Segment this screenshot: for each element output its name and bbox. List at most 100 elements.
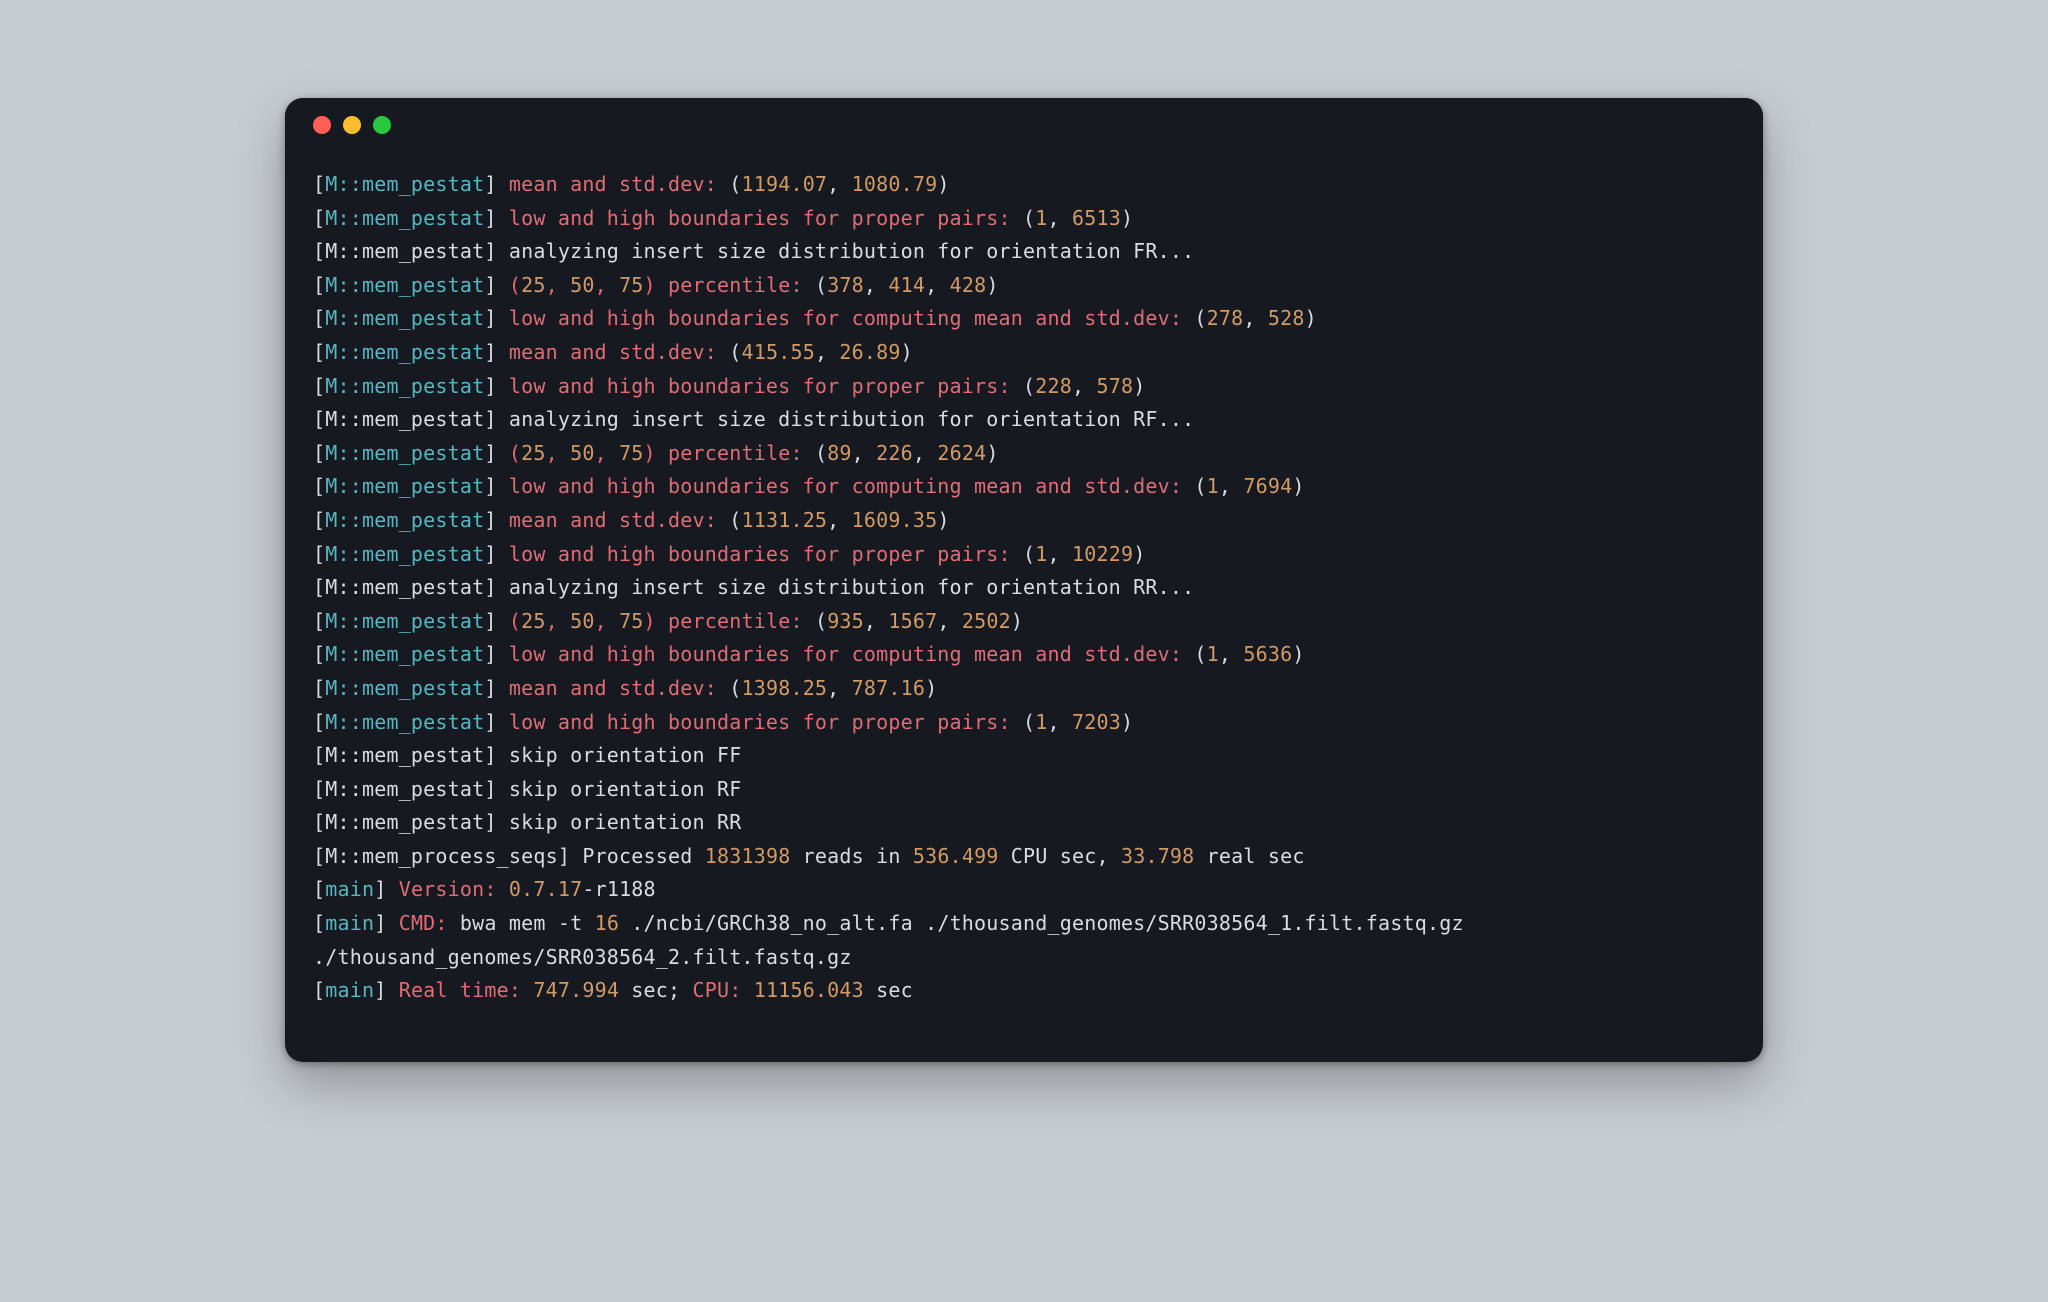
log-number: 25: [521, 609, 545, 633]
log-message: low and high boundaries for proper pairs…: [509, 206, 1011, 230]
log-tag: M::mem_process_seqs: [325, 844, 558, 868]
log-message: low and high boundaries for computing me…: [509, 642, 1182, 666]
log-number: 50: [570, 609, 594, 633]
log-line: [M::mem_process_seqs] Processed 1831398 …: [313, 840, 1735, 874]
log-number: 1131.25: [741, 508, 827, 532]
log-line: [M::mem_pestat] mean and std.dev: (415.5…: [313, 336, 1735, 370]
log-message: low and high boundaries for computing me…: [509, 306, 1182, 330]
log-tag: main: [325, 978, 374, 1002]
log-number: 16: [595, 911, 619, 935]
log-message: skip orientation RF: [509, 777, 742, 801]
log-number: 935: [827, 609, 864, 633]
log-number: 1: [1035, 542, 1047, 566]
log-number: 414: [888, 273, 925, 297]
log-line: [M::mem_pestat] skip orientation RR: [313, 806, 1735, 840]
log-number: 89: [827, 441, 851, 465]
log-line: [main] Version: 0.7.17-r1188: [313, 873, 1735, 907]
log-message: mean and std.dev:: [509, 676, 717, 700]
log-key: Real time:: [399, 978, 521, 1002]
window-titlebar: [285, 98, 1763, 152]
log-tag: M::mem_pestat: [325, 710, 484, 734]
log-number: 26.89: [839, 340, 900, 364]
log-line: [main] CMD: bwa mem -t 16 ./ncbi/GRCh38_…: [313, 907, 1735, 974]
log-number: 75: [619, 609, 643, 633]
log-message: analyzing insert size distribution for o…: [509, 239, 1195, 263]
log-number: 1: [1035, 710, 1047, 734]
log-line: [M::mem_pestat] skip orientation RF: [313, 773, 1735, 807]
log-message: percentile:: [668, 441, 803, 465]
log-tag: M::mem_pestat: [325, 542, 484, 566]
log-message: analyzing insert size distribution for o…: [509, 407, 1195, 431]
log-message: mean and std.dev:: [509, 172, 717, 196]
log-tag: M::mem_pestat: [325, 407, 484, 431]
log-message: low and high boundaries for proper pairs…: [509, 542, 1011, 566]
log-tag: M::mem_pestat: [325, 575, 484, 599]
log-line: [M::mem_pestat] (25, 50, 75) percentile:…: [313, 269, 1735, 303]
log-line: [M::mem_pestat] analyzing insert size di…: [313, 403, 1735, 437]
log-number: 2624: [937, 441, 986, 465]
log-number: 0.7.17: [509, 877, 582, 901]
log-line: [M::mem_pestat] mean and std.dev: (1194.…: [313, 168, 1735, 202]
log-number: 578: [1096, 374, 1133, 398]
log-line: [M::mem_pestat] skip orientation FF: [313, 739, 1735, 773]
log-number: 1: [1207, 642, 1219, 666]
log-line: [M::mem_pestat] low and high boundaries …: [313, 202, 1735, 236]
log-number: 747.994: [533, 978, 619, 1002]
log-line: [M::mem_pestat] low and high boundaries …: [313, 302, 1735, 336]
log-message: skip orientation FF: [509, 743, 742, 767]
log-line: [M::mem_pestat] analyzing insert size di…: [313, 571, 1735, 605]
log-message: low and high boundaries for computing me…: [509, 474, 1182, 498]
log-line: [M::mem_pestat] low and high boundaries …: [313, 706, 1735, 740]
log-line: [M::mem_pestat] low and high boundaries …: [313, 638, 1735, 672]
log-line: [M::mem_pestat] low and high boundaries …: [313, 370, 1735, 404]
log-number: 50: [570, 441, 594, 465]
log-key: CMD:: [399, 911, 448, 935]
log-tag: main: [325, 911, 374, 935]
log-message: low and high boundaries for proper pairs…: [509, 710, 1011, 734]
log-number: 75: [619, 441, 643, 465]
log-tag: M::mem_pestat: [325, 374, 484, 398]
log-number: 1: [1207, 474, 1219, 498]
minimize-icon[interactable]: [343, 116, 361, 134]
log-tag: M::mem_pestat: [325, 306, 484, 330]
log-tag: M::mem_pestat: [325, 810, 484, 834]
log-number: 1080.79: [852, 172, 938, 196]
log-line: [M::mem_pestat] low and high boundaries …: [313, 538, 1735, 572]
log-number: 25: [521, 273, 545, 297]
close-icon[interactable]: [313, 116, 331, 134]
log-tag: M::mem_pestat: [325, 743, 484, 767]
log-number: 7203: [1072, 710, 1121, 734]
log-line: [M::mem_pestat] (25, 50, 75) percentile:…: [313, 605, 1735, 639]
log-number: 1: [1035, 206, 1047, 230]
log-number: 428: [950, 273, 987, 297]
log-number: 10229: [1072, 542, 1133, 566]
log-number: 11156.043: [754, 978, 864, 1002]
log-tag: M::mem_pestat: [325, 642, 484, 666]
log-number: 50: [570, 273, 594, 297]
log-number: 25: [521, 441, 545, 465]
log-tag: M::mem_pestat: [325, 609, 484, 633]
log-line: [M::mem_pestat] mean and std.dev: (1398.…: [313, 672, 1735, 706]
log-number: 1194.07: [741, 172, 827, 196]
log-tag: M::mem_pestat: [325, 676, 484, 700]
log-line: [main] Real time: 747.994 sec; CPU: 1115…: [313, 974, 1735, 1008]
log-tag: M::mem_pestat: [325, 508, 484, 532]
log-number: 536.499: [913, 844, 999, 868]
log-message: analyzing insert size distribution for o…: [509, 575, 1195, 599]
log-number: 528: [1268, 306, 1305, 330]
log-tag: M::mem_pestat: [325, 474, 484, 498]
terminal-window: [M::mem_pestat] mean and std.dev: (1194.…: [285, 98, 1763, 1062]
log-tag: M::mem_pestat: [325, 239, 484, 263]
log-tag: M::mem_pestat: [325, 340, 484, 364]
log-number: 2502: [962, 609, 1011, 633]
log-number: 7694: [1243, 474, 1292, 498]
log-number: 6513: [1072, 206, 1121, 230]
zoom-icon[interactable]: [373, 116, 391, 134]
log-number: 75: [619, 273, 643, 297]
log-line: [M::mem_pestat] mean and std.dev: (1131.…: [313, 504, 1735, 538]
log-number: 415.55: [741, 340, 814, 364]
log-tag: M::mem_pestat: [325, 172, 484, 196]
log-tag: M::mem_pestat: [325, 441, 484, 465]
log-number: 378: [827, 273, 864, 297]
log-message: low and high boundaries for proper pairs…: [509, 374, 1011, 398]
